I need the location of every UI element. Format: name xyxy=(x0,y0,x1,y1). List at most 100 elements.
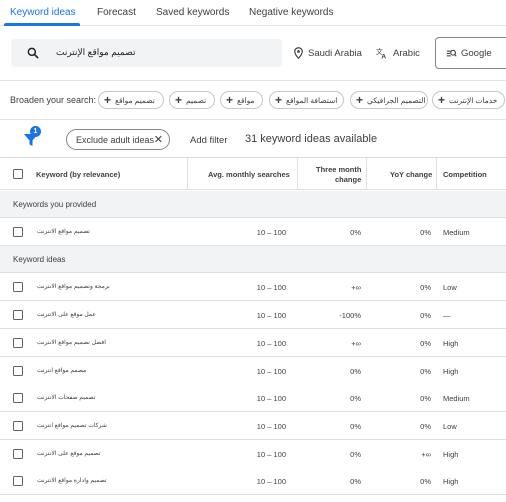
three-month-change: 0% xyxy=(350,450,361,459)
avg-monthly-searches: 10 – 100 xyxy=(256,422,286,431)
table-row[interactable]: تصميم موقع على الانترنت 10 – 100 0% +∞ H… xyxy=(0,440,506,468)
row-checkbox[interactable] xyxy=(13,227,23,237)
plus-icon: + xyxy=(275,93,283,107)
tab-negative-keywords[interactable]: Negative keywords xyxy=(249,7,333,18)
table-row[interactable]: تصميم صفحات الانترنت 10 – 100 0% 0% Medi… xyxy=(0,384,506,412)
yoy-change: 0% xyxy=(420,477,431,486)
column-header-avg-monthly-searches[interactable]: Avg. monthly searches xyxy=(208,170,290,179)
row-checkbox[interactable] xyxy=(13,310,23,320)
tab-bar: Keyword ideas Forecast Saved keywords Ne… xyxy=(0,0,506,26)
select-all-checkbox[interactable] xyxy=(13,169,23,179)
keyword-text: مصمم مواقع انترنت xyxy=(37,368,87,374)
competition: — xyxy=(443,311,451,320)
search-engine-icon xyxy=(446,49,457,57)
row-checkbox[interactable] xyxy=(13,449,23,459)
row-checkbox[interactable] xyxy=(13,338,23,348)
plus-icon: + xyxy=(175,93,183,107)
broaden-search-label: Broaden your search: xyxy=(10,95,97,105)
row-checkbox[interactable] xyxy=(13,476,23,486)
avg-monthly-searches: 10 – 100 xyxy=(256,394,286,403)
divider xyxy=(0,80,506,81)
broaden-chip[interactable]: + التصميم الجرافيكي xyxy=(350,91,428,109)
avg-monthly-searches: 10 – 100 xyxy=(256,283,286,292)
tab-keyword-ideas[interactable]: Keyword ideas xyxy=(10,7,76,18)
avg-monthly-searches: 10 – 100 xyxy=(256,228,286,237)
competition: Medium xyxy=(443,394,470,403)
keyword-text: شركات تصميم مواقع انترنت xyxy=(37,423,107,429)
column-divider xyxy=(297,158,298,190)
location-selector[interactable]: Saudi Arabia xyxy=(294,46,362,60)
plus-icon: + xyxy=(356,93,364,107)
table-header: Keyword (by relevance) Avg. monthly sear… xyxy=(0,158,506,190)
broaden-chip[interactable]: + خدمات الإنترنت xyxy=(432,91,505,109)
row-checkbox[interactable] xyxy=(13,366,23,376)
table-row[interactable]: برمجة وتصميم مواقع الانترنت 10 – 100 +∞ … xyxy=(0,273,506,301)
translate-icon: 文 A xyxy=(376,47,386,59)
yoy-change: 0% xyxy=(420,394,431,403)
competition: Medium xyxy=(443,228,470,237)
table-row[interactable]: تصميم وادارة مواقع الانترنت 10 – 100 0% … xyxy=(0,467,506,495)
section-header-provided: Keywords you provided xyxy=(0,191,506,218)
broaden-chip[interactable]: + مواقع xyxy=(220,91,263,109)
active-tab-indicator xyxy=(4,23,80,26)
yoy-change: 0% xyxy=(420,311,431,320)
plus-icon: + xyxy=(438,93,446,107)
keyword-ideas-count: 31 keyword ideas available xyxy=(245,133,378,145)
avg-monthly-searches: 10 – 100 xyxy=(256,367,286,376)
table-row[interactable]: تصميم مواقع الانترنت 10 – 100 0% 0% Medi… xyxy=(0,218,506,246)
section-header-ideas: Keyword ideas xyxy=(0,246,506,273)
location-label: Saudi Arabia xyxy=(308,47,362,59)
three-month-change: 0% xyxy=(350,422,361,431)
avg-monthly-searches: 10 – 100 xyxy=(256,311,286,320)
broaden-chip[interactable]: + استضافة المواقع xyxy=(269,91,344,109)
row-checkbox[interactable] xyxy=(13,282,23,292)
yoy-change: 0% xyxy=(420,228,431,237)
column-header-keyword[interactable]: Keyword (by relevance) xyxy=(36,170,120,179)
yoy-change: 0% xyxy=(420,422,431,431)
language-selector[interactable]: 文 A Arabic xyxy=(376,46,420,60)
column-header-three-month-change[interactable]: Three month xyxy=(316,165,361,174)
filter-count-badge: 1 xyxy=(30,126,41,137)
three-month-change: 0% xyxy=(350,228,361,237)
keyword-text: عمل موقع على الانترنت xyxy=(37,312,96,318)
column-divider xyxy=(366,158,367,190)
competition: High xyxy=(443,477,459,486)
keyword-text: برمجة وتصميم مواقع الانترنت xyxy=(37,284,110,290)
avg-monthly-searches: 10 – 100 xyxy=(256,450,286,459)
keyword-search-input[interactable]: تصميم مواقع الإنترنت xyxy=(11,39,282,67)
avg-monthly-searches: 10 – 100 xyxy=(256,339,286,348)
keyword-text: تصميم مواقع الانترنت xyxy=(37,229,90,235)
search-engine-selector[interactable]: Google xyxy=(435,37,506,69)
yoy-change: +∞ xyxy=(421,450,431,459)
column-header-competition[interactable]: Competition xyxy=(443,170,487,179)
exclude-adult-ideas-chip[interactable]: Exclude adult ideas ✕ xyxy=(66,129,170,150)
column-divider xyxy=(187,158,188,190)
three-month-change: 0% xyxy=(350,477,361,486)
exclude-adult-ideas-label: Exclude adult ideas xyxy=(76,134,155,145)
plus-icon: + xyxy=(104,93,112,107)
column-header-yoy-change[interactable]: YoY change xyxy=(390,170,432,179)
yoy-change: 0% xyxy=(420,339,431,348)
add-filter-button[interactable]: Add filter xyxy=(190,135,228,146)
table-row[interactable]: شركات تصميم مواقع انترنت 10 – 100 0% 0% … xyxy=(0,412,506,440)
row-checkbox[interactable] xyxy=(13,421,23,431)
broaden-chip[interactable]: + تصميم مواقع xyxy=(98,91,164,109)
three-month-change: +∞ xyxy=(351,283,361,292)
language-label: Arabic xyxy=(393,47,420,59)
avg-monthly-searches: 10 – 100 xyxy=(256,477,286,486)
table-row[interactable]: افضل تصميم مواقع الانترنت 10 – 100 +∞ 0%… xyxy=(0,329,506,357)
row-checkbox[interactable] xyxy=(13,393,23,403)
broaden-chip[interactable]: + تصميم xyxy=(169,91,215,109)
column-divider xyxy=(436,158,437,190)
tab-saved-keywords[interactable]: Saved keywords xyxy=(156,7,229,18)
svg-text:A: A xyxy=(381,53,386,59)
competition: High xyxy=(443,339,459,348)
competition: High xyxy=(443,367,459,376)
yoy-change: 0% xyxy=(420,283,431,292)
close-icon[interactable]: ✕ xyxy=(154,133,163,146)
table-row[interactable]: عمل موقع على الانترنت 10 – 100 -100% 0% … xyxy=(0,301,506,329)
keyword-text: تصميم صفحات الانترنت xyxy=(37,395,96,401)
keyword-text: تصميم وادارة مواقع الانترنت xyxy=(37,478,107,484)
table-row[interactable]: مصمم مواقع انترنت 10 – 100 0% 0% High xyxy=(0,357,506,385)
tab-forecast[interactable]: Forecast xyxy=(97,7,136,18)
